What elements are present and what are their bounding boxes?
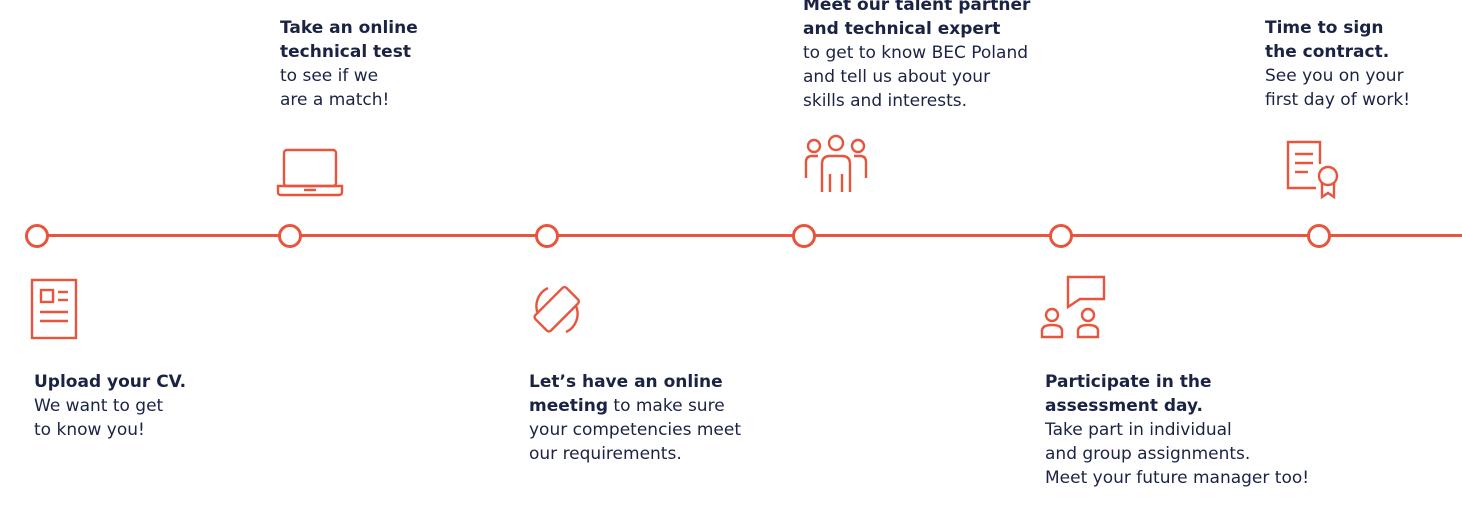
step-text-line: to get to know BEC Poland — [803, 43, 1029, 63]
step-upload-cv: Upload your CV. We want to get to know y… — [34, 370, 186, 442]
step-sign-contract: Time to sign the contract. See you on yo… — [1265, 16, 1410, 112]
step-title: technical test — [280, 42, 411, 62]
step-text-line: to make sure — [608, 396, 725, 416]
step-text-line: skills and interests. — [803, 91, 967, 111]
cv-document-icon — [30, 278, 78, 340]
step-assessment-day: Participate in the assessment day. Take … — [1045, 370, 1309, 490]
timeline-node-3 — [535, 224, 559, 248]
step-text-line: our requirements. — [529, 444, 682, 464]
step-text-line: Take part in individual — [1045, 420, 1232, 440]
team-icon — [802, 134, 870, 198]
step-text-line: and group assignments. — [1045, 444, 1251, 464]
step-title: assessment day. — [1045, 396, 1203, 416]
step-text-line: your competencies meet — [529, 420, 742, 440]
step-technical-test: Take an online technical test to see if … — [280, 16, 418, 112]
step-text-line: to know you! — [34, 420, 145, 440]
rotate-phone-icon — [526, 280, 588, 340]
step-title: Take an online — [280, 18, 418, 38]
step-title: Participate in the — [1045, 372, 1212, 392]
step-title: Let’s have an online — [529, 372, 723, 392]
timeline-node-6 — [1307, 224, 1331, 248]
step-text-line: and tell us about your — [803, 67, 991, 87]
laptop-icon — [276, 146, 344, 198]
timeline-node-2 — [278, 224, 302, 248]
step-title: the contract. — [1265, 42, 1390, 62]
step-talent-partner: Meet our talent partner and technical ex… — [803, 0, 1030, 113]
timeline-line — [35, 234, 1462, 237]
step-title: meeting — [529, 396, 608, 416]
step-text-line: We want to get — [34, 396, 164, 416]
step-title: Meet our talent partner — [803, 0, 1031, 15]
step-title: Time to sign — [1265, 18, 1384, 38]
timeline-node-1 — [25, 224, 49, 248]
step-text-line: to see if we — [280, 66, 379, 86]
step-text-line: are a match! — [280, 90, 390, 110]
assessment-chat-icon — [1040, 275, 1108, 341]
step-online-meeting: Let’s have an online meeting to make sur… — [529, 370, 741, 466]
timeline-node-5 — [1049, 224, 1073, 248]
step-text-line: first day of work! — [1265, 90, 1411, 110]
contract-certificate-icon — [1286, 140, 1346, 200]
step-text-line: Meet your future manager too! — [1045, 468, 1310, 488]
step-title: and technical expert — [803, 19, 1001, 39]
timeline-node-4 — [792, 224, 816, 248]
step-text-line: See you on your — [1265, 66, 1404, 86]
step-title: Upload your CV. — [34, 372, 187, 392]
